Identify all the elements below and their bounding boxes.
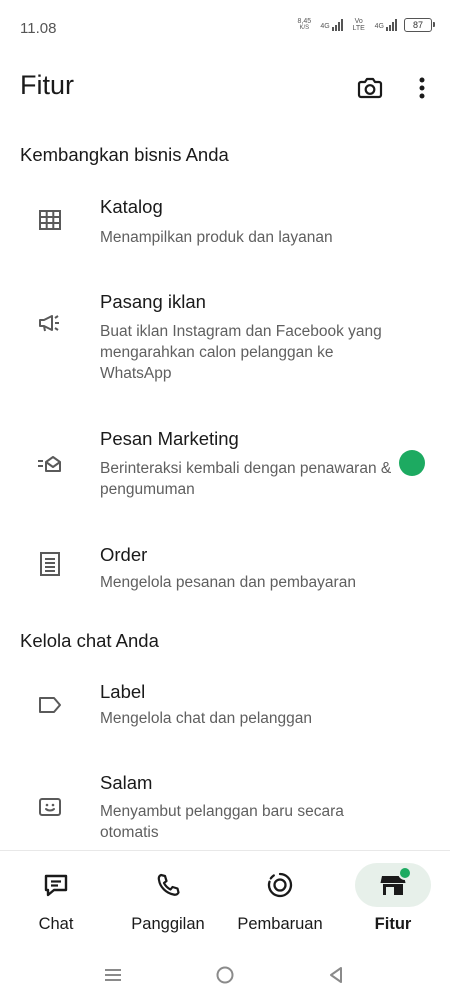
feature-description: Berinteraksi kembali dengan penawaran & … <box>100 460 392 498</box>
feature-title: Salam <box>100 772 153 793</box>
volte-icon: Vo LTE <box>350 18 368 32</box>
feature-row-salam[interactable]: Salam Menyambut pelanggan baru secara ot… <box>0 764 450 848</box>
feature-title: Pesan Marketing <box>100 428 239 449</box>
nav-tab-panggilan-pill <box>130 863 206 907</box>
signal-1-icon: 4G <box>320 19 343 31</box>
label-tag-icon <box>36 691 64 719</box>
menu-icon <box>105 969 121 981</box>
network-speed-unit: K/S <box>299 25 310 31</box>
section-title-grow-business: Kembangkan bisnis Anda <box>20 144 229 165</box>
features-list[interactable]: Kembangkan bisnis Anda Katalog Menampilk… <box>0 118 450 848</box>
feature-row-katalog[interactable]: Katalog Menampilkan produk dan layanan <box>0 188 450 278</box>
feature-row-label[interactable]: Label Mengelola chat dan pelanggan <box>0 673 450 753</box>
page-title: Fitur <box>20 70 74 100</box>
status-time: 11.08 <box>20 20 57 37</box>
recent-apps-button[interactable] <box>98 963 128 987</box>
nav-tab-chat-pill <box>18 863 94 907</box>
network-speed: 8,45 K/S <box>295 18 313 32</box>
volte-label-top: Vo <box>354 18 363 25</box>
back-triangle-icon <box>330 967 342 983</box>
nav-tab-panggilan-label: Panggilan <box>131 915 205 933</box>
battery-level: 87 <box>412 20 423 30</box>
battery-icon: 87 <box>404 18 435 32</box>
feature-row-pasang-iklan[interactable]: Pasang iklan Buat iklan Instagram dan Fa… <box>0 283 450 403</box>
volte-label-bottom: LTE <box>352 25 365 32</box>
nav-tab-fitur[interactable]: Fitur <box>338 863 448 947</box>
system-navigation-bar <box>0 955 450 1000</box>
network-speed-value: 8,45 <box>297 18 312 25</box>
nav-tab-fitur-label: Fitur <box>374 915 412 933</box>
feature-description: Buat iklan Instagram dan Facebook yang m… <box>100 323 382 382</box>
nav-tab-pembaruan-label: Pembaruan <box>237 915 323 933</box>
nav-tab-fitur-pill <box>355 863 431 907</box>
feature-description: Mengelola chat dan pelanggan <box>100 710 313 727</box>
more-vert-icon <box>419 77 425 99</box>
feature-title: Pasang iklan <box>100 291 206 312</box>
chat-icon <box>44 874 68 897</box>
feature-title: Order <box>100 544 148 565</box>
camera-icon <box>357 77 383 99</box>
section-title-manage-chats: Kelola chat Anda <box>20 630 159 651</box>
back-button[interactable] <box>321 963 351 987</box>
marketing-message-icon <box>36 450 64 478</box>
catalog-grid-icon <box>36 206 64 234</box>
home-button[interactable] <box>210 963 240 987</box>
feature-description: Menyambut pelanggan baru secara otomatis <box>100 803 344 841</box>
phone-icon <box>157 873 180 896</box>
nav-tab-chat[interactable]: Chat <box>1 863 111 947</box>
megaphone-icon <box>36 309 64 337</box>
more-options-button[interactable] <box>404 70 440 106</box>
feature-row-pesan-marketing[interactable]: Pesan Marketing Berinteraksi kembali den… <box>0 418 450 518</box>
nav-tab-pembaruan[interactable]: Pembaruan <box>225 863 335 947</box>
home-circle-icon <box>216 966 234 984</box>
greeting-icon <box>36 794 64 822</box>
updates-icon <box>267 872 293 898</box>
feature-title: Katalog <box>100 196 163 217</box>
signal-2-label: 4G <box>374 23 384 30</box>
status-icons: 8,45 K/S 4G Vo LTE 4G 87 <box>295 18 435 32</box>
signal-2-icon: 4G <box>375 19 397 31</box>
nav-tab-panggilan[interactable]: Panggilan <box>113 863 223 947</box>
feature-row-order[interactable]: Order Mengelola pesanan dan pembayaran <box>0 536 450 612</box>
camera-button[interactable] <box>352 70 388 106</box>
app-header: Fitur <box>0 58 450 118</box>
feature-title: Label <box>100 681 146 702</box>
nav-tab-chat-label: Chat <box>38 915 74 933</box>
signal-1-label: 4G <box>320 23 330 30</box>
bottom-navigation: Chat Panggilan Pembaruan Fitur <box>0 851 450 955</box>
order-receipt-icon <box>36 550 64 578</box>
nav-tab-fitur-badge <box>398 866 412 880</box>
new-feature-badge <box>399 450 425 476</box>
feature-description: Menampilkan produk dan layanan <box>100 229 333 246</box>
nav-tab-pembaruan-pill <box>242 863 318 907</box>
status-bar: 11.08 8,45 K/S 4G Vo LTE 4G 87 <box>0 0 450 58</box>
feature-description: Mengelola pesanan dan pembayaran <box>100 574 356 591</box>
